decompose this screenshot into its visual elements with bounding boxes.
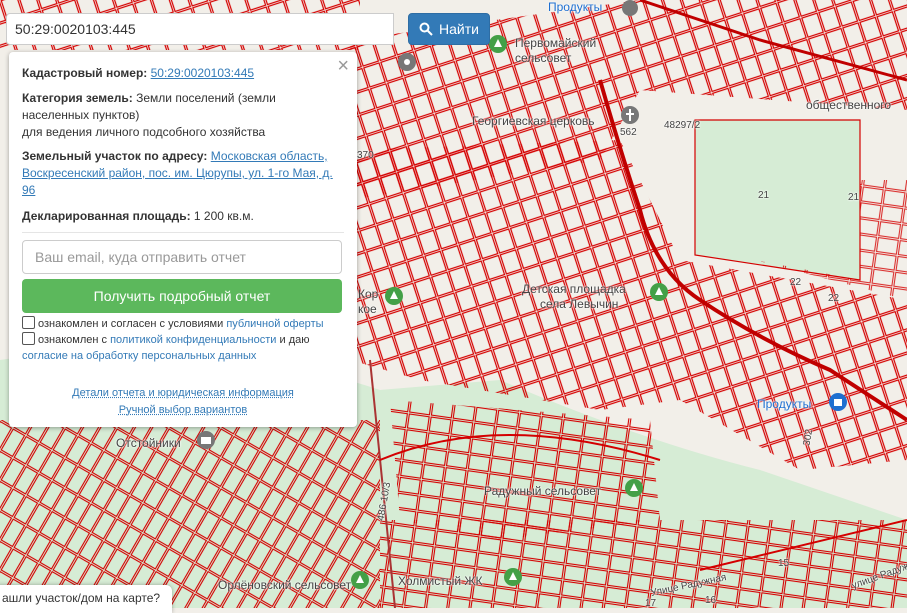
search-button[interactable]: Найти (408, 13, 490, 45)
search-button-label: Найти (439, 21, 479, 37)
map-label: 17 (645, 598, 657, 609)
parcel-info-panel: × Кадастровый номер: 50:29:0020103:445 К… (9, 52, 357, 427)
category-value: Земли поселений (земли (136, 91, 276, 105)
cadastral-link[interactable]: 50:29:0020103:445 (151, 66, 254, 80)
map-label: 21 (758, 190, 770, 201)
category-label: Категория земель: (22, 91, 133, 105)
category-value: населенных пунктов) (22, 108, 140, 122)
park-marker-icon[interactable] (351, 571, 369, 589)
consent-link[interactable]: согласие на обработку персональных данны… (22, 350, 256, 362)
parcel-block (390, 400, 660, 540)
map-label: сельсовет (515, 51, 572, 65)
search-icon (419, 22, 433, 36)
address-row: Земельный участок по адресу: Московская … (22, 148, 342, 199)
field-area (694, 119, 861, 281)
map-label: 22 (828, 293, 840, 304)
map-label: кое (358, 302, 377, 316)
feedback-tab[interactable]: ашли участок/дом на карте? (0, 585, 172, 613)
map-label: Продукты (757, 397, 812, 411)
map-label: 22 (790, 277, 802, 288)
shop-marker-icon[interactable] (829, 393, 847, 411)
cadastral-label: Кадастровый номер: (22, 66, 148, 80)
category-row: Категория земель: Земли поселений (земли… (22, 90, 342, 141)
privacy-link[interactable]: политикой конфиденциальности (110, 334, 276, 346)
parcel-block (380, 520, 907, 608)
offer-link[interactable]: публичной оферты (226, 318, 323, 330)
map-label: Отстойники (116, 436, 181, 450)
search-input[interactable] (6, 13, 394, 45)
privacy-text: ознакомлен с (38, 334, 108, 346)
area-value: 1 200 кв.м. (193, 209, 254, 223)
map-label: Продукты (548, 0, 603, 14)
church-marker-icon[interactable] (621, 106, 639, 124)
terms-checkbox-row: ознакомлен и согласен с условиями публич… (22, 316, 342, 332)
cadastral-row: Кадастровый номер: 50:29:0020103:445 (22, 65, 342, 82)
map-label: общественного (806, 98, 892, 112)
manual-select-link[interactable]: Ручной выбор вариантов (119, 404, 247, 416)
divider (22, 232, 344, 233)
category-value: для ведения личного подсобного хозяйства (22, 125, 266, 139)
address-label: Земельный участок по адресу: (22, 149, 208, 163)
park-marker-icon[interactable] (489, 35, 507, 53)
map-label: села Левычин (540, 297, 619, 311)
email-field[interactable]: Ваш email, куда отправить отчет (22, 240, 342, 274)
privacy-text: и даю (279, 334, 310, 346)
park-marker-icon[interactable] (385, 287, 403, 305)
map-label: 16 (705, 595, 717, 606)
park-marker-icon[interactable] (650, 283, 668, 301)
address-link[interactable]: 96 (22, 183, 35, 197)
map-label: Детская площадка (522, 282, 626, 296)
area-label: Декларированная площадь: (22, 209, 191, 223)
address-link[interactable]: Московская область, (211, 149, 328, 163)
church-marker-icon[interactable] (622, 0, 638, 16)
privacy-checkbox-row: ознакомлен с политикой конфиденциальност… (22, 332, 342, 364)
map-label: Холмистый ЖК (398, 574, 483, 588)
map-label: Кор (358, 287, 379, 301)
map-label: Георгиевская церковь (472, 114, 595, 128)
park-marker-icon[interactable] (625, 479, 643, 497)
map-label: 48297/2 (664, 120, 701, 131)
map-label: Орлёновский сельсовет (218, 578, 352, 592)
map-label: Радужный сельсовет (484, 484, 602, 498)
map-label: 562 (620, 127, 637, 138)
park-marker-icon[interactable] (504, 568, 522, 586)
location-marker-icon[interactable] (398, 53, 416, 71)
museum-marker-icon[interactable] (197, 431, 215, 449)
get-report-button[interactable]: Получить подробный отчет (22, 279, 342, 313)
terms-text: ознакомлен и согласен с условиями (38, 318, 224, 330)
map-label: 21 (848, 192, 860, 203)
address-link[interactable]: Воскресенский район, пос. им. Цюрупы, ул… (22, 166, 333, 180)
map-label: 15 (778, 558, 790, 569)
map-label: Первомайский (515, 36, 597, 50)
details-row: Детали отчета и юридическая информация (9, 387, 357, 399)
details-link[interactable]: Детали отчета и юридическая информация (72, 387, 294, 399)
terms-checkbox[interactable] (22, 316, 35, 329)
privacy-checkbox[interactable] (22, 332, 35, 345)
manual-row: Ручной выбор вариантов (9, 404, 357, 416)
map-label: 370 (357, 150, 374, 161)
area-row: Декларированная площадь: 1 200 кв.м. (22, 208, 342, 225)
